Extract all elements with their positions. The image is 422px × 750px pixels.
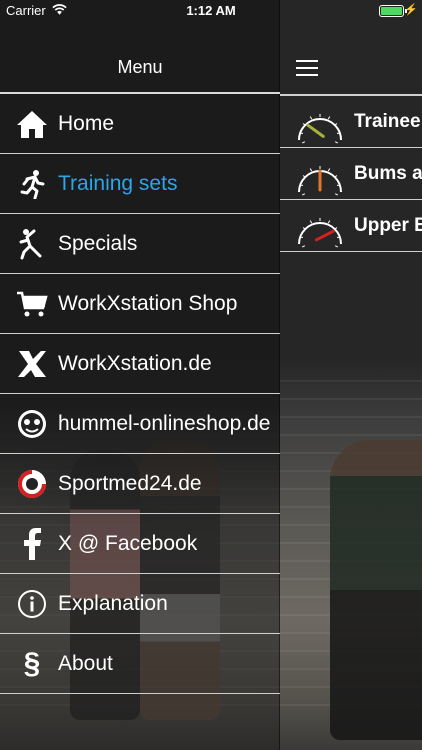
menu-drawer: Menu Home Training sets Specials WorkXst…: [0, 0, 280, 750]
training-plan-row[interactable]: Trainee: [280, 96, 422, 148]
gauge-tick: [309, 219, 313, 223]
menu-item-label: Training sets: [58, 171, 178, 195]
training-plan-row[interactable]: Bums a: [280, 148, 422, 200]
shopping-cart-icon: [16, 288, 48, 320]
menu-item-workxstation-de[interactable]: WorkXstation.de: [0, 334, 280, 394]
menu-item-label: WorkXstation.de: [58, 351, 212, 375]
gauge-tick: [334, 244, 339, 248]
gauge-tick: [301, 244, 306, 248]
gauge-tick: [334, 140, 339, 144]
battery-icon: [379, 5, 404, 17]
gauge-tick: [301, 140, 306, 144]
charging-icon: ⚡: [404, 4, 418, 16]
menu-item-label: Specials: [58, 231, 138, 255]
menu-item-hummel-onlineshop[interactable]: hummel-onlineshop.de: [0, 394, 280, 454]
menu-list: Home Training sets Specials WorkXstation…: [0, 92, 280, 694]
hummel-logo-icon: [16, 408, 48, 440]
workxstation-logo-icon: [16, 348, 48, 380]
menu-item-explanation[interactable]: Explanation: [0, 574, 280, 634]
gauge-tick: [309, 167, 313, 171]
section-sign-icon: §: [23, 646, 41, 680]
gauge-tick: [334, 192, 339, 196]
menu-item-label: Home: [58, 111, 115, 135]
menu-item-label: hummel-onlineshop.de: [58, 411, 271, 435]
menu-item-label: Sportmed24.de: [58, 471, 202, 495]
clock: 1:12 AM: [186, 3, 236, 18]
gauge-needle: [314, 229, 335, 241]
menu-item-facebook[interactable]: X @ Facebook: [0, 514, 280, 574]
training-plan-row[interactable]: Upper B: [280, 200, 422, 252]
gauge-icon: [298, 217, 342, 248]
home-icon: [16, 108, 48, 140]
gauge-needle: [306, 123, 325, 138]
running-person-icon: [16, 168, 48, 200]
menu-item-specials[interactable]: Specials: [0, 214, 280, 274]
kicking-person-icon: [16, 228, 48, 260]
menu-item-label: About: [58, 651, 113, 675]
menu-item-label: X @ Facebook: [58, 531, 198, 555]
gauge-tick: [309, 115, 313, 119]
training-plan-label: Trainee: [354, 110, 421, 132]
gauge-tick: [301, 192, 306, 196]
gauge-arc: [298, 117, 342, 140]
menu-item-workxstation-shop[interactable]: WorkXstation Shop: [0, 274, 280, 334]
gauge-arc: [298, 221, 342, 244]
training-plan-label: Upper B: [354, 214, 422, 236]
menu-item-sportmed24[interactable]: Sportmed24.de: [0, 454, 280, 514]
gauge-icon: [298, 165, 342, 196]
menu-item-label: WorkXstation Shop: [58, 291, 238, 315]
training-sets-panel: Trainee Bums a Upper B: [280, 22, 422, 750]
battery-level: [381, 7, 402, 15]
gauge-tick: [327, 167, 331, 171]
sportmed-logo-icon: [16, 468, 48, 500]
gauge-tick: [327, 219, 331, 223]
training-plan-list: Trainee Bums a Upper B: [280, 94, 422, 252]
menu-item-about[interactable]: § About: [0, 634, 280, 694]
facebook-icon: [16, 527, 48, 560]
status-bar: Carrier 1:12 AM ⚡: [0, 0, 422, 22]
gauge-icon: [298, 113, 342, 144]
menu-title: Menu: [117, 57, 163, 77]
hamburger-menu-icon[interactable]: [296, 60, 318, 76]
info-icon: [16, 588, 48, 620]
menu-item-training-sets[interactable]: Training sets: [0, 154, 280, 214]
menu-item-label: Explanation: [58, 591, 168, 615]
training-plan-label: Bums a: [354, 162, 422, 184]
panel-header: [280, 22, 422, 94]
menu-item-home[interactable]: Home: [0, 94, 280, 154]
gauge-tick: [327, 115, 331, 119]
